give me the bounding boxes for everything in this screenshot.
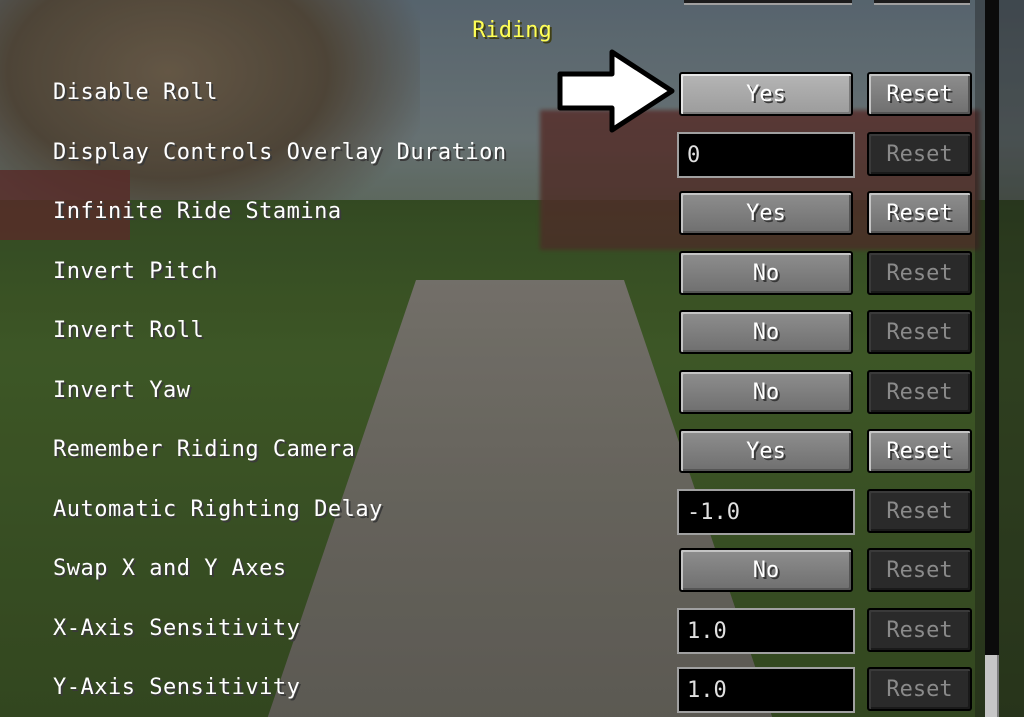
reset-button[interactable]: Reset	[867, 251, 972, 295]
scrollbar-thumb[interactable]	[985, 655, 999, 717]
value-input[interactable]: 1.0	[677, 667, 855, 713]
reset-button[interactable]: Reset	[867, 191, 972, 235]
reset-button[interactable]: Reset	[867, 310, 972, 354]
option-row: Invert Pitch No Reset	[0, 251, 980, 297]
option-label: Y-Axis Sensitivity	[53, 675, 301, 700]
option-row: Automatic Righting Delay -1.0 Reset	[0, 489, 980, 535]
section-title: Riding	[472, 18, 552, 43]
value-input[interactable]: 1.0	[677, 608, 855, 654]
option-label: Invert Pitch	[53, 259, 218, 284]
option-row: Display Controls Overlay Duration 0 Reset	[0, 132, 980, 178]
toggle-button[interactable]: No	[679, 251, 853, 295]
option-label: Invert Yaw	[53, 378, 191, 403]
option-row: Invert Yaw No Reset	[0, 370, 980, 416]
option-row: Y-Axis Sensitivity 1.0 Reset	[0, 667, 980, 713]
reset-button[interactable]: Reset	[867, 608, 972, 652]
toggle-button[interactable]: Yes	[679, 429, 853, 473]
toggle-button[interactable]: No	[679, 310, 853, 354]
toggle-button[interactable]: No	[679, 370, 853, 414]
option-row: Disable Roll Yes Reset	[0, 72, 980, 118]
reset-button[interactable]: Reset	[867, 370, 972, 414]
value-input[interactable]: -1.0	[677, 489, 855, 535]
option-row: Remember Riding Camera Yes Reset	[0, 429, 980, 475]
option-label: Infinite Ride Stamina	[53, 199, 342, 224]
value-input[interactable]: 0	[677, 132, 855, 178]
option-label: Invert Roll	[53, 318, 205, 343]
toggle-button[interactable]: Yes	[679, 72, 853, 116]
option-label: Automatic Righting Delay	[53, 497, 383, 522]
clipped-button-above	[684, 0, 852, 5]
option-label: Swap X and Y Axes	[53, 556, 287, 581]
option-label: X-Axis Sensitivity	[53, 616, 301, 641]
option-label: Remember Riding Camera	[53, 437, 356, 462]
reset-button[interactable]: Reset	[867, 429, 972, 473]
reset-button[interactable]: Reset	[867, 667, 972, 711]
scrollbar-track[interactable]	[985, 0, 999, 717]
option-row: X-Axis Sensitivity 1.0 Reset	[0, 608, 980, 654]
white-arrow-icon	[557, 49, 675, 133]
reset-button[interactable]: Reset	[867, 489, 972, 533]
reset-button[interactable]: Reset	[867, 72, 972, 116]
option-row: Swap X and Y Axes No Reset	[0, 548, 980, 594]
option-label: Display Controls Overlay Duration	[53, 140, 507, 165]
reset-button[interactable]: Reset	[867, 548, 972, 592]
option-row: Invert Roll No Reset	[0, 310, 980, 356]
option-row: Infinite Ride Stamina Yes Reset	[0, 191, 980, 237]
option-label: Disable Roll	[53, 80, 218, 105]
toggle-button[interactable]: Yes	[679, 191, 853, 235]
reset-button[interactable]: Reset	[867, 132, 972, 176]
clipped-reset-above	[874, 0, 970, 5]
right-panel	[975, 0, 1024, 717]
toggle-button[interactable]: No	[679, 548, 853, 592]
